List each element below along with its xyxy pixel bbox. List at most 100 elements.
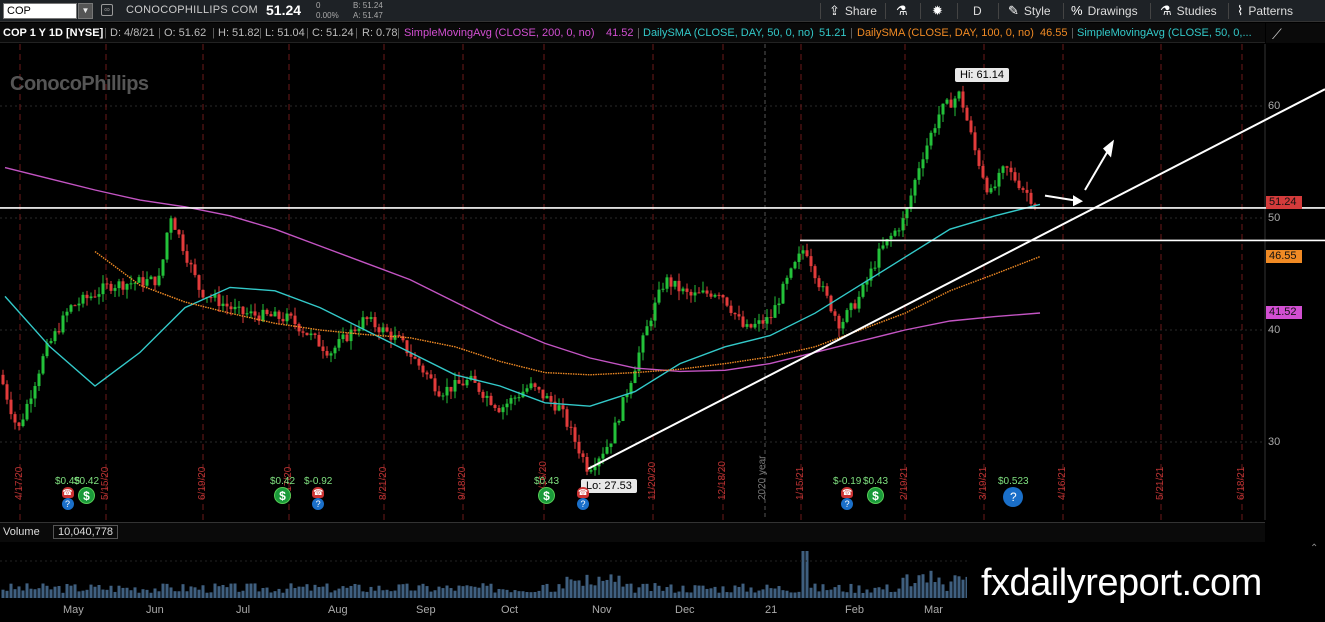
symbol-dropdown-button[interactable]: ▼ — [78, 3, 93, 19]
legend-sma50-label[interactable]: SimpleMovingAvg (CLOSE, 50, 0,... — [1077, 23, 1252, 42]
timeframe-button[interactable]: D — [973, 0, 982, 22]
candle-body — [981, 165, 985, 178]
candle-body — [385, 327, 389, 332]
share-button[interactable]: ⇪ Share — [829, 0, 877, 22]
candle-body — [189, 262, 193, 265]
candle-body — [749, 324, 753, 328]
trendline-tool-icon[interactable]: ⟋ — [1272, 26, 1282, 43]
candle-body — [93, 296, 97, 298]
candle-body — [821, 286, 825, 288]
candle-body — [985, 177, 989, 193]
dividend-event[interactable]: $0.523 ? — [998, 476, 1029, 507]
volume-bar — [653, 583, 657, 599]
candle-body — [181, 234, 185, 252]
legend-separator: | — [850, 27, 853, 39]
volume-bar — [221, 584, 225, 599]
volume-bar — [117, 585, 121, 599]
dividend-event[interactable]: $-0.19 ☎ ? — [833, 476, 861, 510]
volume-bar — [813, 583, 817, 599]
volume-bar — [905, 574, 909, 599]
candle-body — [21, 419, 25, 426]
candle-body — [845, 310, 849, 322]
candle-body — [917, 168, 921, 180]
dividend-event[interactable]: $0.42 $ — [74, 476, 99, 504]
percent-icon: % — [1071, 3, 1083, 18]
volume-bar — [457, 585, 461, 599]
candle-body — [805, 250, 809, 257]
earnings-event[interactable]: ☎ ? — [577, 487, 589, 510]
candle-body — [673, 280, 677, 287]
volume-bar — [89, 584, 93, 599]
candle-body — [889, 235, 893, 240]
scroll-up-icon[interactable]: ⌃ — [1310, 543, 1318, 554]
candle-body — [281, 318, 285, 322]
candle-body — [421, 365, 425, 373]
candle-body — [293, 315, 297, 325]
dividend-event[interactable]: $-0.92 ☎ ? — [304, 476, 332, 510]
volume-bar — [569, 579, 573, 599]
volume-bar — [313, 584, 317, 599]
flask-button[interactable]: ⚗ — [896, 0, 908, 22]
candle-body — [989, 188, 993, 193]
volume-bar — [161, 583, 165, 599]
candle-body — [921, 159, 925, 169]
alert-icon: ☎ — [841, 487, 854, 498]
dividend-event[interactable]: $0.42 $ — [270, 476, 295, 504]
candle-body — [117, 281, 121, 289]
candle-body — [485, 395, 489, 398]
volume-bar — [949, 581, 953, 599]
candle-body — [1021, 188, 1025, 190]
candle-body — [1001, 166, 1005, 173]
symbol-input[interactable] — [3, 3, 77, 19]
dividend-event[interactable]: $0.43 $ — [863, 476, 888, 504]
candle-body — [1005, 166, 1009, 168]
drawings-button[interactable]: % Drawings — [1071, 0, 1138, 22]
candle-body — [785, 277, 789, 284]
legend-sma200-label[interactable]: SimpleMovingAvg (CLOSE, 200, 0, no) — [404, 23, 595, 42]
toolbar-divider — [920, 3, 921, 19]
candle-body — [85, 294, 89, 299]
candle-body — [5, 384, 9, 400]
legend-separator: | — [1071, 27, 1074, 39]
candle-body — [37, 373, 41, 387]
volume-bar — [733, 585, 737, 599]
candle-body — [841, 321, 845, 329]
candle-body — [669, 277, 673, 287]
legend-dsma50-label[interactable]: DailySMA (CLOSE, DAY, 50, 0, no) — [643, 23, 814, 42]
link-icon[interactable]: ∞ — [101, 4, 113, 16]
top-toolbar: ▼ ∞ CONOCOPHILLIPS COM 51.24 0 0.00% B: … — [0, 0, 1325, 22]
candle-body — [269, 314, 273, 317]
candle-body — [997, 172, 1001, 187]
toolbar-divider — [1150, 3, 1151, 19]
bar-date: D: 4/8/21 — [110, 27, 155, 39]
company-watermark: ConocoPhillips — [10, 73, 149, 95]
style-button[interactable]: ✎ Style — [1008, 0, 1051, 22]
legend-dsma100-label[interactable]: DailySMA (CLOSE, DAY, 100, 0, no) — [857, 23, 1034, 42]
candle-body — [497, 408, 501, 413]
candle-body — [937, 114, 941, 129]
candle-body — [645, 326, 649, 336]
settings-button[interactable]: ✹ — [932, 0, 943, 22]
candle-body — [661, 288, 665, 290]
price-chart-svg[interactable] — [0, 44, 1325, 520]
candle-body — [33, 386, 37, 399]
drawing-tools-corner: ⟋ — [1266, 23, 1325, 43]
earnings-icon: ? — [577, 498, 589, 510]
volume-bar — [741, 583, 745, 599]
price-chart[interactable] — [0, 44, 1325, 520]
candle-body — [329, 353, 333, 356]
candle-body — [525, 388, 529, 392]
volume-bar — [97, 584, 101, 599]
dividend-event[interactable]: $0.43 $ — [534, 476, 559, 504]
flask-icon: ⚗ — [1160, 3, 1172, 18]
volume-bar — [669, 584, 673, 599]
candle-body — [465, 379, 469, 386]
gear-icon: ✹ — [932, 3, 943, 18]
candle-body — [209, 297, 213, 299]
volume-bar — [801, 551, 805, 599]
studies-button[interactable]: ⚗ Studies — [1160, 0, 1217, 22]
candle-body — [149, 276, 153, 280]
volume-bar — [585, 574, 589, 599]
candle-body — [273, 311, 277, 317]
patterns-button[interactable]: ⌇ Patterns — [1237, 0, 1293, 22]
